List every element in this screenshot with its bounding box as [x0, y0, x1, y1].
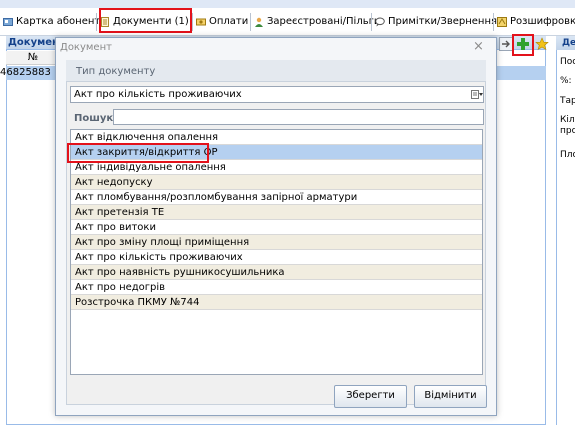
- selected-item-highlight: [67, 143, 209, 163]
- arrow-right-icon[interactable]: [499, 37, 513, 51]
- list-item[interactable]: Акт претензія ТЕ: [71, 205, 482, 220]
- tab-payments[interactable]: Оплати: [195, 13, 250, 31]
- list-item[interactable]: Акт про витоки: [71, 220, 482, 235]
- tab-divider: [96, 13, 97, 31]
- tab-notes-label: Примітки/Звернення: [388, 16, 498, 27]
- details-line: %:: [560, 76, 572, 86]
- list-item[interactable]: Акт про зміну площі приміщення: [71, 235, 482, 250]
- top-strip: [0, 0, 575, 8]
- document-type-label: Тип документу: [76, 66, 156, 77]
- details-pane: [556, 36, 575, 425]
- tab-bar: Картка абонента Документи (1) Оплати Зар…: [0, 8, 575, 36]
- tab-divider: [371, 13, 372, 31]
- comment-icon: [375, 17, 385, 27]
- tab-decode[interactable]: Розшифровка: [496, 13, 575, 31]
- list-item[interactable]: Акт про наявність рушникосушильника: [71, 265, 482, 280]
- tab-divider: [192, 13, 193, 31]
- details-line: Пос: [560, 57, 575, 67]
- details-line: Кіл: [560, 115, 575, 125]
- search-label: Пошук:: [74, 113, 118, 124]
- add-button-highlight: [512, 34, 534, 56]
- list-item[interactable]: Акт недопуску: [71, 175, 482, 190]
- tab-divider: [493, 13, 494, 31]
- document-type-value: Акт про кількість проживаючих: [74, 89, 242, 100]
- tab-divider: [250, 13, 251, 31]
- save-button[interactable]: Зберегти: [334, 385, 407, 408]
- star-icon[interactable]: [535, 37, 549, 51]
- tab-decode-label: Розшифровка: [510, 16, 575, 27]
- column-header-number[interactable]: №: [6, 51, 61, 65]
- list-item[interactable]: Розстрочка ПКМУ №744: [71, 295, 482, 310]
- close-icon[interactable]: ×: [473, 39, 484, 54]
- users-icon: [255, 17, 263, 27]
- details-line: Тар: [560, 96, 575, 106]
- dropdown-arrow-icon[interactable]: [471, 87, 483, 102]
- tab-payments-label: Оплати: [209, 16, 249, 27]
- details-line: про: [560, 126, 575, 136]
- tab-card[interactable]: Картка абонента: [2, 13, 108, 31]
- tab-card-label: Картка абонента: [16, 16, 107, 27]
- row-code: 46825883: [0, 67, 51, 78]
- decode-icon: [497, 17, 507, 27]
- card-icon: [3, 18, 13, 26]
- details-pane-title: Де: [562, 38, 575, 48]
- dialog-title: Документ: [60, 42, 112, 53]
- search-input[interactable]: [113, 109, 484, 125]
- list-item[interactable]: Акт про недогрів: [71, 280, 482, 295]
- list-item[interactable]: Акт про кількість проживаючих: [71, 250, 482, 265]
- money-icon: [196, 18, 206, 26]
- details-line: Пло: [560, 150, 575, 160]
- document-type-list: Акт відключення опалення Акт закриття/ві…: [70, 129, 483, 375]
- list-item[interactable]: Акт пломбування/розпломбування запірної …: [71, 190, 482, 205]
- documents-tab-highlight: [99, 8, 192, 33]
- tab-notes[interactable]: Примітки/Звернення: [374, 13, 499, 31]
- cancel-button[interactable]: Відмінити: [414, 385, 487, 408]
- tab-registered[interactable]: Зареєстровані/Пільги: [253, 13, 382, 31]
- tab-registered-label: Зареєстровані/Пільги: [267, 16, 381, 27]
